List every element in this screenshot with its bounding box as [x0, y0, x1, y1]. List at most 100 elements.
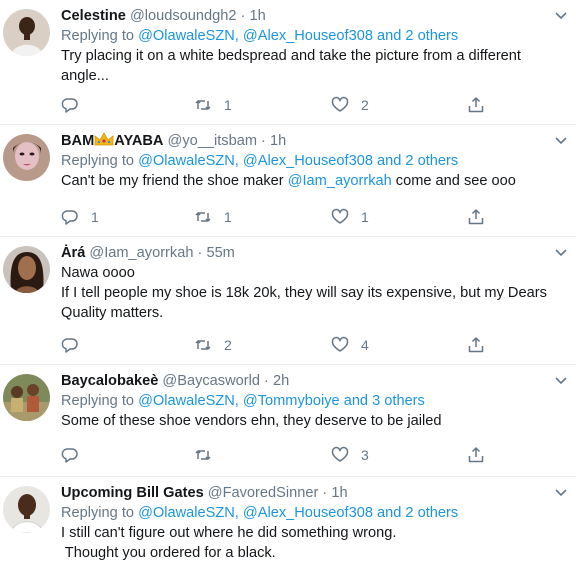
tweet-text-line: Try placing it on a white bedspread and …: [61, 48, 521, 64]
replying-prefix: Replying to: [61, 28, 135, 44]
user-handle[interactable]: @Baycasworld: [162, 373, 260, 389]
tweet-text: I still can't figure out where he did so…: [61, 523, 556, 563]
display-name[interactable]: Baycalobakeè: [61, 373, 158, 389]
user-handle[interactable]: @yo__itsbam: [168, 133, 257, 149]
retweet-icon: [195, 340, 211, 350]
share-button[interactable]: [467, 95, 485, 115]
avatar[interactable]: [3, 486, 50, 533]
replying-users-link[interactable]: @OlawaleSZN, @Tommyboiye: [138, 393, 340, 409]
replying-others-link[interactable]: and 3 others: [344, 393, 425, 409]
tweet-text: Can't be my friend the shoe maker @Iam_a…: [61, 171, 556, 191]
user-handle[interactable]: @Iam_ayorrkah: [89, 245, 193, 261]
chevron-down-icon[interactable]: [554, 134, 568, 148]
reply-button[interactable]: [61, 335, 91, 355]
replying-others-link[interactable]: and 2 others: [377, 505, 458, 521]
replying-prefix: Replying to: [61, 505, 135, 521]
like-button[interactable]: 3: [331, 445, 369, 465]
share-icon: [468, 447, 484, 463]
replying-users-link[interactable]: @OlawaleSZN, @Alex_Houseof308: [138, 28, 373, 44]
replying-prefix: Replying to: [61, 393, 135, 409]
retweet-button[interactable]: [194, 445, 224, 465]
replying-to: Replying to @OlawaleSZN, @Alex_Houseof30…: [61, 503, 556, 523]
timestamp[interactable]: 55m: [206, 245, 234, 261]
share-button[interactable]: [467, 207, 485, 227]
user-handle[interactable]: @FavoredSinner: [208, 485, 319, 501]
like-icon: [331, 336, 349, 352]
tweet-text-line: angle...: [61, 68, 109, 84]
share-button[interactable]: [467, 445, 485, 465]
tweet-text-line: I still can't figure out where he did so…: [61, 525, 397, 541]
retweet-button[interactable]: 1: [194, 95, 232, 115]
retweet-button[interactable]: 2: [194, 335, 232, 355]
display-name[interactable]: BAM AYABA: [61, 132, 163, 149]
tweet-celestine[interactable]: Celestine @loudsoundgh2 · 1h Replying to…: [0, 0, 576, 125]
tweet-text-line: Quality matters.: [61, 305, 164, 321]
tweet-text: Try placing it on a white bedspread and …: [61, 46, 556, 86]
avatar[interactable]: [3, 374, 50, 421]
tweet-actions: 2 4: [0, 335, 484, 355]
display-name[interactable]: Celestine: [61, 8, 126, 24]
tweet-baycalobakee[interactable]: Baycalobakeè @Baycasworld · 2h Replying …: [0, 365, 576, 477]
share-icon: [468, 97, 484, 113]
user-handle[interactable]: @loudsoundgh2: [130, 8, 237, 24]
tweet-text-line: Some of these shoe vendors ehn, they des…: [61, 413, 442, 429]
timestamp[interactable]: 1h: [249, 8, 265, 24]
tweet-ara[interactable]: Ȧrá @Iam_ayorrkah · 55m Nawa oooo If I t…: [0, 237, 576, 365]
share-button[interactable]: [467, 335, 485, 355]
timestamp[interactable]: 1h: [270, 133, 286, 149]
like-button[interactable]: 1: [331, 207, 369, 227]
tweet-header: Baycalobakeè @Baycasworld · 2h: [61, 371, 556, 391]
tweet-bam-ayaba[interactable]: BAM AYABA @yo__itsbam · 1h Replying to @O…: [0, 125, 576, 237]
like-button[interactable]: 4: [331, 335, 369, 355]
reply-count: 1: [91, 209, 99, 225]
tweet-text-line: Nawa oooo: [61, 265, 135, 281]
reply-icon: [61, 98, 78, 113]
avatar[interactable]: [3, 134, 50, 181]
retweet-count: 1: [224, 97, 232, 113]
timestamp[interactable]: 1h: [331, 485, 347, 501]
reply-button[interactable]: [61, 95, 91, 115]
tweet-actions: 3: [0, 445, 484, 465]
like-button[interactable]: 2: [331, 95, 369, 115]
chevron-down-icon[interactable]: [554, 374, 568, 388]
reply-button[interactable]: 1: [61, 207, 99, 227]
display-name-part: BAM: [61, 133, 95, 149]
tweet-text-line: Thought you ordered for a black.: [61, 545, 276, 561]
like-count: 4: [361, 337, 369, 353]
replying-others-link[interactable]: and 2 others: [377, 153, 458, 169]
avatar[interactable]: [3, 9, 50, 56]
tweet-header: Upcoming Bill Gates @FavoredSinner · 1h: [61, 483, 556, 503]
replying-to: Replying to @OlawaleSZN, @Alex_Houseof30…: [61, 151, 556, 171]
reply-button[interactable]: [61, 445, 91, 465]
tweet-upcoming-bill-gates[interactable]: Upcoming Bill Gates @FavoredSinner · 1h …: [0, 477, 576, 576]
tweet-header: Celestine @loudsoundgh2 · 1h: [61, 6, 556, 26]
like-icon: [331, 96, 349, 112]
mention-link[interactable]: @Iam_ayorrkah: [288, 173, 392, 189]
separator: ·: [197, 245, 203, 261]
share-icon: [468, 337, 484, 353]
crown-emoji: [94, 132, 114, 146]
tweet-header: Ȧrá @Iam_ayorrkah · 55m: [61, 243, 556, 263]
timestamp[interactable]: 2h: [273, 373, 289, 389]
separator: ·: [240, 8, 246, 24]
replying-to: Replying to @OlawaleSZN, @Alex_Houseof30…: [61, 26, 556, 46]
display-name[interactable]: Upcoming Bill Gates: [61, 485, 204, 501]
separator: ·: [261, 133, 266, 149]
display-name[interactable]: Ȧrá: [61, 245, 85, 261]
reply-feed: Celestine @loudsoundgh2 · 1h Replying to…: [0, 0, 576, 576]
chevron-down-icon[interactable]: [554, 246, 568, 260]
replying-to: Replying to @OlawaleSZN, @Tommyboiye and…: [61, 391, 556, 411]
replying-prefix: Replying to: [61, 153, 135, 169]
tweet-actions: 1 1 1: [0, 207, 484, 227]
replying-others-link[interactable]: and 2 others: [377, 28, 458, 44]
like-icon: [331, 446, 349, 462]
retweet-icon: [195, 212, 211, 222]
retweet-icon: [195, 100, 211, 110]
chevron-down-icon[interactable]: [554, 9, 568, 23]
replying-users-link[interactable]: @OlawaleSZN, @Alex_Houseof308: [138, 505, 373, 521]
retweet-count: 2: [224, 337, 232, 353]
replying-users-link[interactable]: @OlawaleSZN, @Alex_Houseof308: [138, 153, 373, 169]
avatar[interactable]: [3, 246, 50, 293]
chevron-down-icon[interactable]: [554, 486, 568, 500]
retweet-button[interactable]: 1: [194, 207, 232, 227]
